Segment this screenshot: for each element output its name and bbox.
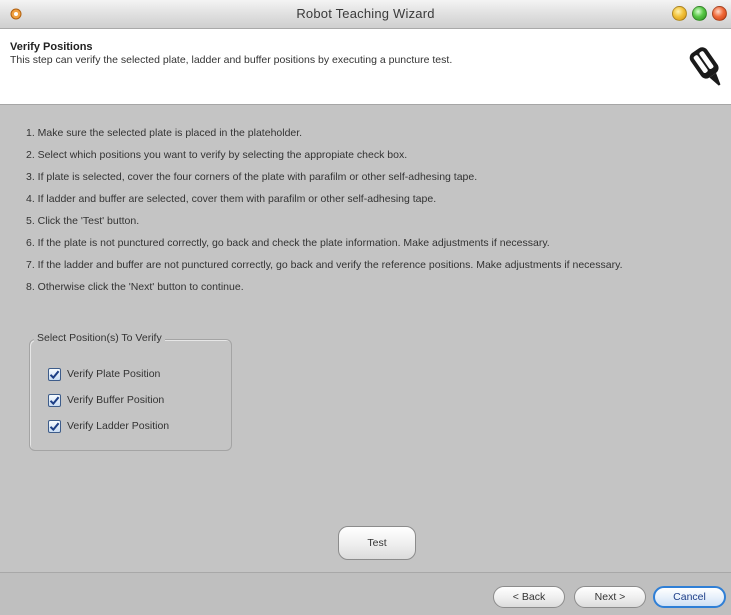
verify-plate-checkbox[interactable]: Verify Plate Position: [48, 366, 160, 382]
checkbox-box[interactable]: [48, 367, 61, 381]
next-button[interactable]: Next >: [574, 586, 646, 608]
wizard-window: Robot Teaching Wizard Verify Positions T…: [0, 0, 731, 615]
verify-ladder-checkbox[interactable]: Verify Ladder Position: [48, 418, 169, 434]
test-button[interactable]: Test: [338, 526, 416, 560]
instruction-step: 6. If the plate is not punctured correct…: [26, 237, 550, 249]
verify-buffer-checkbox[interactable]: Verify Buffer Position: [48, 392, 164, 408]
window-title: Robot Teaching Wizard: [296, 6, 435, 21]
close-button[interactable]: [712, 6, 727, 21]
checkmark-icon: [49, 422, 60, 431]
instruction-step: 3. If plate is selected, cover the four …: [26, 171, 478, 183]
instruction-step: 2. Select which positions you want to ve…: [26, 149, 408, 161]
instruction-step: 7. If the ladder and buffer are not punc…: [26, 259, 623, 271]
checkbox-label: Verify Plate Position: [67, 368, 161, 380]
instruction-list: 1. Make sure the selected plate is place…: [26, 126, 623, 302]
minimize-button[interactable]: [672, 6, 687, 21]
step-description: This step can verify the selected plate,…: [10, 54, 453, 66]
groupbox-legend: Select Position(s) To Verify: [34, 332, 165, 344]
checkmark-icon: [49, 370, 60, 379]
checkmark-icon: [49, 396, 60, 405]
cancel-button[interactable]: Cancel: [653, 586, 726, 608]
wizard-header: Verify Positions This step can verify th…: [0, 29, 731, 105]
maximize-button[interactable]: [692, 6, 707, 21]
pipette-icon: [685, 41, 729, 93]
instruction-step: 5. Click the 'Test' button.: [26, 215, 140, 227]
checkbox-label: Verify Ladder Position: [67, 420, 170, 432]
instruction-step: 8. Otherwise click the 'Next' button to …: [26, 281, 244, 293]
step-title: Verify Positions: [10, 41, 93, 53]
back-button[interactable]: < Back: [493, 586, 565, 608]
instruction-step: 4. If ladder and buffer are selected, co…: [26, 193, 437, 205]
title-bar[interactable]: Robot Teaching Wizard: [0, 0, 731, 29]
checkbox-box[interactable]: [48, 419, 61, 433]
instruction-step: 1. Make sure the selected plate is place…: [26, 127, 303, 139]
checkbox-label: Verify Buffer Position: [67, 394, 165, 406]
checkbox-box[interactable]: [48, 393, 61, 407]
